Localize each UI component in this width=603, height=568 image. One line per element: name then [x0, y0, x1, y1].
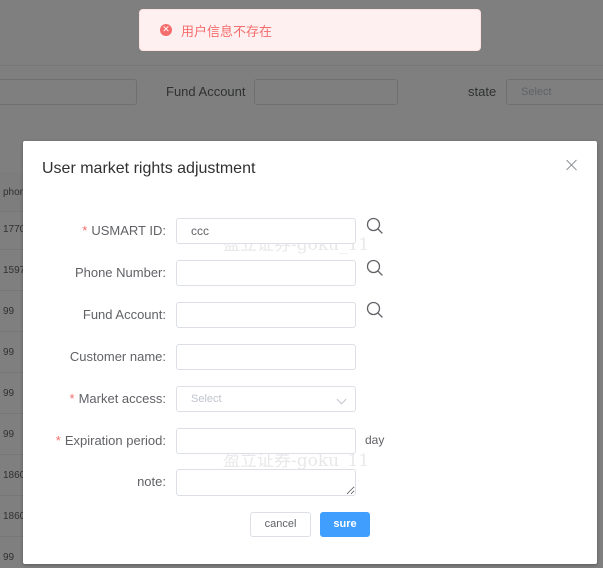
error-toast: ✕ 用户信息不存在	[139, 9, 481, 51]
customer-name-label: Customer name:	[69, 349, 166, 364]
required-mark: *	[69, 391, 75, 406]
phone-number-input[interactable]	[176, 260, 356, 286]
phone-number-row: Phone Number:	[23, 259, 597, 286]
close-circle-icon: ✕	[160, 24, 172, 36]
toast-message: 用户信息不存在	[181, 24, 273, 40]
sure-button[interactable]: sure	[320, 512, 370, 537]
expiration-unit: day	[365, 433, 385, 447]
market-access-select[interactable]: Select	[176, 386, 356, 412]
expiration-period-input[interactable]	[176, 428, 356, 454]
fund-account-row: Fund Account:	[23, 301, 597, 328]
fund-account-label: Fund Account:	[82, 307, 166, 322]
customer-name-row: Customer name:	[23, 344, 597, 370]
required-mark: *	[82, 223, 88, 238]
note-label: note:	[137, 474, 166, 489]
chevron-down-icon	[336, 394, 347, 405]
market-access-row: * Market access: Select	[23, 386, 597, 412]
cancel-button[interactable]: cancel	[250, 512, 311, 537]
phone-number-label: Phone Number:	[74, 265, 166, 280]
search-icon[interactable]	[366, 301, 384, 319]
required-mark: *	[55, 433, 61, 448]
customer-name-input[interactable]	[176, 344, 356, 370]
search-icon[interactable]	[366, 217, 384, 235]
dialog-title: User market rights adjustment	[42, 160, 256, 177]
search-icon[interactable]	[366, 259, 384, 277]
expiration-period-label: * Expiration period:	[55, 433, 166, 448]
close-icon[interactable]	[565, 158, 579, 172]
note-textarea[interactable]	[176, 469, 356, 496]
fund-account-input[interactable]	[176, 302, 356, 328]
usmart-id-input[interactable]: ccc	[176, 218, 356, 244]
usmart-id-row: * USMART ID: ccc	[23, 217, 597, 244]
note-row: note:	[23, 469, 597, 496]
expiration-period-row: * Expiration period: day	[23, 428, 597, 454]
market-rights-dialog: User market rights adjustment 盈立证券-goku_…	[23, 141, 597, 564]
usmart-id-label: * USMART ID:	[82, 223, 166, 238]
market-access-placeholder: Select	[191, 393, 222, 405]
market-access-label: * Market access:	[69, 391, 166, 406]
